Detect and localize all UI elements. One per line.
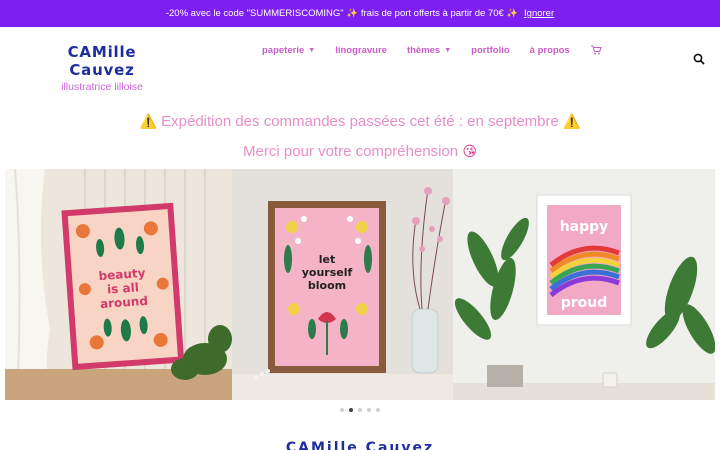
promo-text: -20% avec le code "SUMMERISCOMING" (165, 8, 344, 19)
nav-label: thèmes (406, 44, 441, 56)
warning-icon: ⚠️ (139, 113, 157, 129)
slide-proud-poster[interactable]: happy proud (453, 169, 715, 400)
slider-dot[interactable] (349, 408, 353, 412)
poster-text-line: let (319, 253, 336, 266)
slider-dot[interactable] (340, 408, 344, 412)
slide-bloom-poster[interactable]: let yourself bloom (232, 169, 453, 400)
slider-dot[interactable] (358, 408, 362, 412)
kiss-emoji-icon: 😘 (462, 143, 477, 159)
poster-text-line: happy (560, 219, 609, 235)
promo-bar: -20% avec le code "SUMMERISCOMING" ✨ fra… (0, 0, 720, 27)
nav-label: papeterie (262, 44, 305, 56)
thanks-notice: Merci pour votre compréhension 😘 (0, 143, 720, 160)
poster-text-line: proud (561, 295, 608, 311)
nav-item-portfolio[interactable]: portfolio (471, 45, 510, 56)
slide-illustration: beauty is all around (5, 169, 232, 400)
promo-dismiss-link[interactable]: Ignorer (524, 8, 554, 19)
slide-illustration: happy proud (453, 169, 715, 400)
search-icon[interactable] (693, 53, 705, 65)
sparkle-icon: ✨ (506, 8, 519, 18)
main-nav: papeterie ▼ linogravure thèmes ▼ portfol… (262, 44, 602, 56)
site-logo[interactable]: CAMille Cauvez illustratrice lilloise (46, 43, 158, 94)
slider-dot[interactable] (367, 408, 371, 412)
shipping-notice: ⚠️ Expédition des commandes passées cet … (0, 113, 720, 130)
nav-label: portfolio (471, 44, 510, 56)
poster-text-line: bloom (308, 279, 346, 292)
promo-shipping-text: frais de port offerts à partir de 70€ (360, 8, 504, 19)
warning-icon: ⚠️ (563, 113, 581, 129)
slide-beauty-poster[interactable]: beauty is all around (5, 169, 232, 400)
hero-slider[interactable]: beauty is all around let yourself bloom … (5, 169, 715, 400)
nav-label: linogravure (335, 44, 387, 56)
chevron-down-icon: ▼ (308, 46, 316, 54)
slider-dot[interactable] (376, 408, 380, 412)
chevron-down-icon: ▼ (444, 46, 452, 54)
brand-name: CAMille Cauvez (67, 43, 137, 79)
sparkle-icon: ✨ (346, 8, 358, 18)
nav-item-papeterie[interactable]: papeterie ▼ (262, 45, 315, 56)
nav-item-a-propos[interactable]: à propos (530, 45, 570, 56)
cart-icon[interactable] (590, 44, 602, 56)
slider-pagination (340, 408, 380, 412)
poster-text-line: yourself (302, 266, 353, 279)
thanks-notice-text: Merci pour votre compréhension (243, 143, 459, 160)
brand-tagline: illustratrice lilloise (61, 81, 143, 93)
section-title-peek: CAMille Cauvez (285, 440, 435, 450)
shipping-notice-text: Expédition des commandes passées cet été… (161, 113, 559, 130)
nav-item-linogravure[interactable]: linogravure (335, 45, 387, 56)
slide-illustration: let yourself bloom (232, 169, 453, 400)
nav-label: à propos (529, 44, 570, 56)
site-header: CAMille Cauvez illustratrice lilloise pa… (0, 27, 720, 93)
nav-item-themes[interactable]: thèmes ▼ (407, 45, 451, 56)
